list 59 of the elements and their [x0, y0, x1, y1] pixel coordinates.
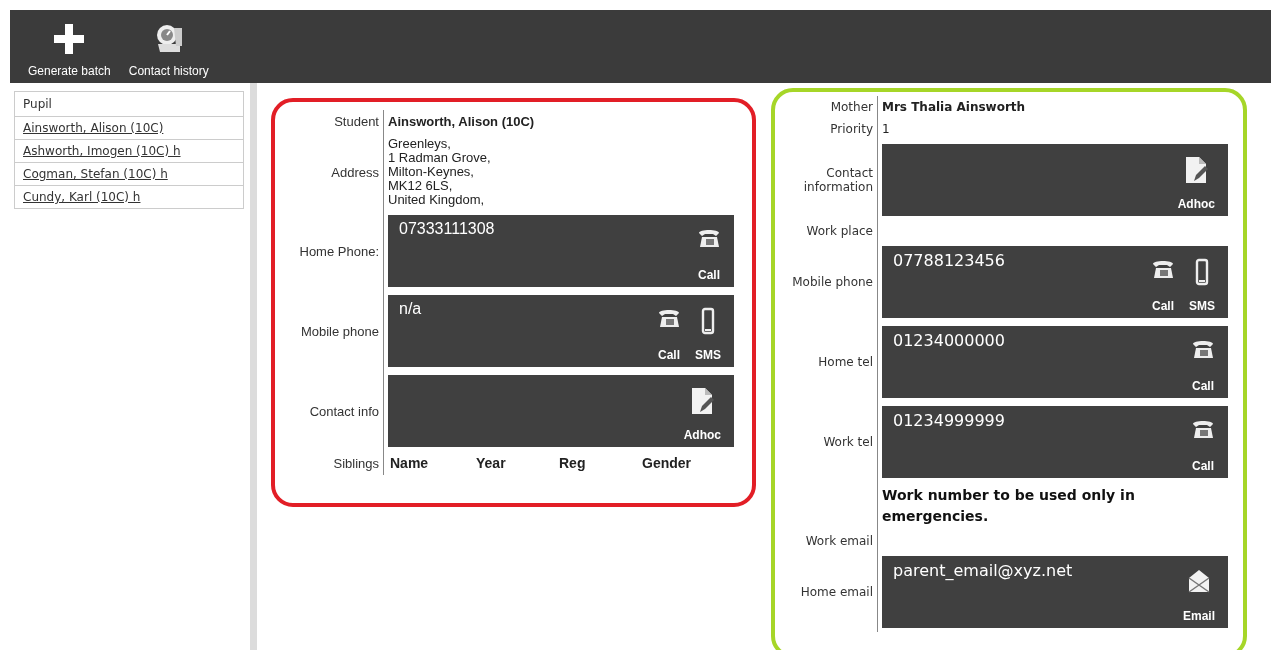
field-label: Work place: [806, 224, 873, 238]
desk-phone-icon: [657, 307, 681, 329]
call-button[interactable]: Call: [1184, 326, 1222, 398]
pupil-link[interactable]: Cundy, Karl (10C) h: [23, 190, 141, 204]
field-label: Work email: [805, 534, 873, 548]
pupil-link[interactable]: Ashworth, Imogen (10C) h: [23, 144, 181, 158]
field-label: Home email: [800, 585, 873, 599]
desk-phone-icon: [1191, 418, 1215, 440]
address-text: Greenleys, 1 Radman Grove, Milton-Keynes, MK12 6LS, United Kingdom,: [388, 137, 491, 207]
call-button[interactable]: Call: [1144, 246, 1182, 318]
field-value: Ainsworth, Alison (10C): [388, 114, 535, 129]
field-value: Mrs Thalia Ainsworth: [882, 100, 1026, 114]
field-label: Home Phone:: [299, 243, 379, 259]
field-label: Address: [331, 164, 379, 180]
pane-splitter[interactable]: [250, 83, 257, 650]
pupil-link[interactable]: Cogman, Stefan (10C) h: [23, 167, 168, 181]
adhoc-button[interactable]: Adhoc: [676, 375, 728, 447]
mobile-phone-icon: [1195, 258, 1209, 286]
field-label: Contact info: [309, 403, 379, 419]
field-label: Student: [334, 114, 379, 129]
sms-button[interactable]: SMS: [688, 295, 728, 367]
field-label: Siblings: [333, 455, 379, 471]
plus-icon: [54, 24, 85, 54]
field-label: Mobile phone: [792, 275, 873, 289]
column-header: Gender: [642, 455, 692, 471]
generate-batch-button[interactable]: Generate batch: [26, 24, 113, 78]
mobile-phone-icon: [701, 307, 715, 335]
contact-value: 01234000000: [893, 331, 1005, 350]
adhoc-button[interactable]: Adhoc: [1170, 144, 1222, 216]
contact-value: parent_email@xyz.net: [893, 561, 1073, 580]
field-label: Priority: [830, 122, 873, 136]
call-button[interactable]: Call: [650, 295, 688, 367]
contact-history-button[interactable]: Contact history: [126, 24, 211, 78]
field-label: Mobile phone: [300, 323, 379, 339]
envelope-icon: [1187, 568, 1211, 594]
document-pencil-icon: [1184, 156, 1209, 184]
field-label: Contact information: [802, 166, 873, 194]
contact-value: n/a: [399, 300, 422, 317]
pupil-link[interactable]: Ainsworth, Alison (10C): [23, 121, 164, 135]
desk-phone-icon: [1151, 258, 1175, 280]
email-button[interactable]: Email: [1176, 556, 1222, 628]
column-header: Year: [476, 455, 507, 471]
column-header: Pupil: [15, 92, 243, 117]
contact-value: 01234999999: [893, 411, 1005, 430]
column-header: Name: [389, 455, 430, 471]
desk-phone-icon: [697, 227, 721, 249]
desk-phone-icon: [1191, 338, 1215, 360]
call-button[interactable]: Call: [1184, 406, 1222, 478]
field-label: Work tel: [823, 435, 873, 449]
field-label: Mother: [830, 100, 873, 114]
field-label: Home tel: [818, 355, 873, 369]
column-header: Reg: [559, 455, 587, 471]
warning-note: Work number to be used only in emergencies.: [882, 486, 1136, 526]
contact-value: 07788123456: [893, 251, 1005, 270]
call-button[interactable]: Call: [690, 215, 728, 287]
document-pencil-icon: [690, 387, 715, 415]
field-value: 1: [882, 122, 890, 136]
contact-value: 07333111308: [399, 220, 495, 237]
sms-button[interactable]: SMS: [1182, 246, 1222, 318]
